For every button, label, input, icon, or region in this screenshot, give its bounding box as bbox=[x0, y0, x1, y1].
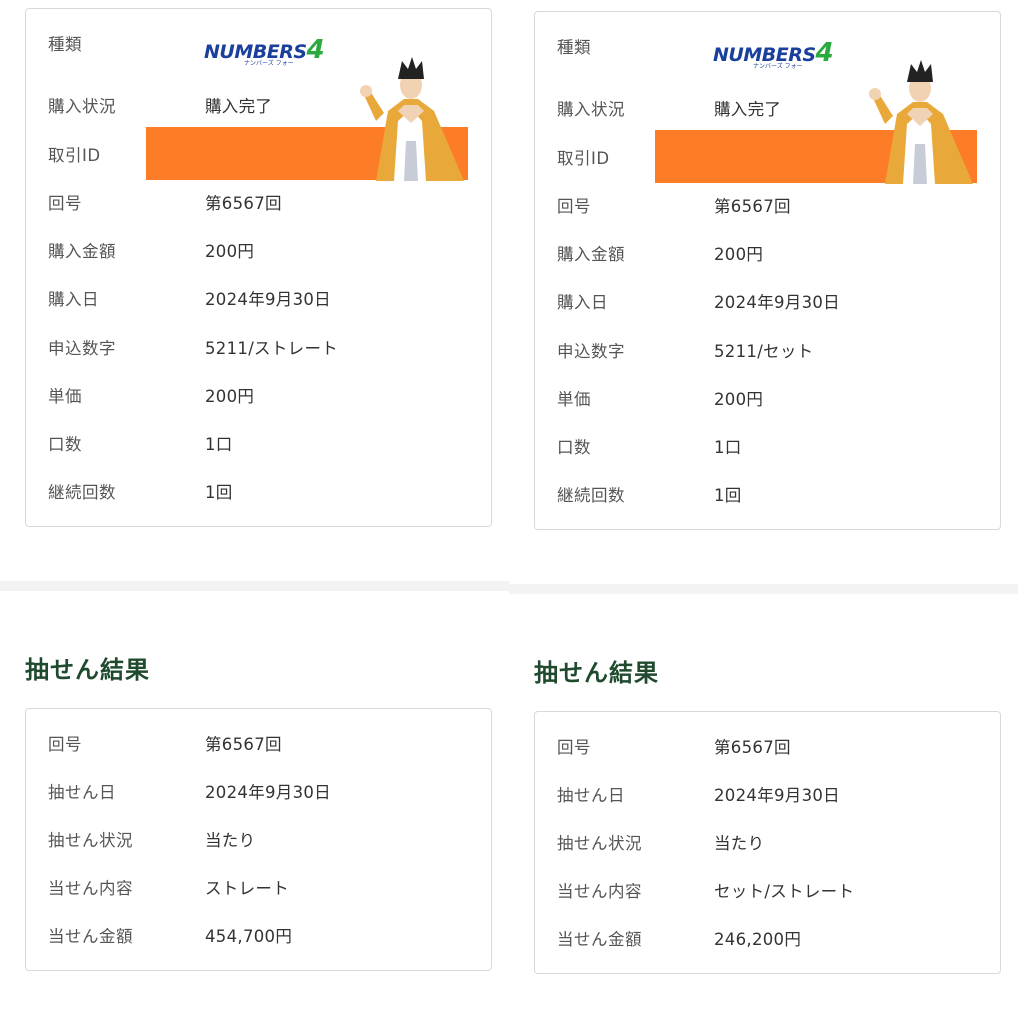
right-ticket-column: 種類 NUMBERS4 ナンバーズ フォー 購入状況 購入完了 取引ID 回号 bbox=[509, 0, 1018, 1024]
row-amount: 購入金額 200円 bbox=[557, 245, 764, 264]
section-title-draw-result: 抽せん結果 bbox=[534, 659, 659, 687]
row-amount: 購入金額 200円 bbox=[48, 242, 255, 261]
character-illustration bbox=[869, 60, 973, 184]
purchase-status: 購入完了 bbox=[205, 97, 273, 116]
row-draw-round: 回号 第6567回 bbox=[557, 738, 791, 757]
purchase-details-card: 種類 NUMBERS4 ナンバーズ フォー 購入状況 購入完了 取引ID 回号 bbox=[25, 8, 492, 527]
numbers4-logo: NUMBERS4 ナンバーズ フォー bbox=[204, 35, 325, 67]
row-draw-date: 抽せん日 2024年9月30日 bbox=[48, 783, 331, 802]
row-draw-status: 抽せん状況 当たり bbox=[48, 831, 256, 850]
row-date: 購入日 2024年9月30日 bbox=[48, 290, 331, 309]
row-numbers: 申込数字 5211/ストレート bbox=[48, 339, 339, 358]
row-round: 回号 第6567回 bbox=[48, 194, 282, 213]
row-round: 回号 第6567回 bbox=[557, 197, 791, 216]
row-win-amount: 当せん金額 246,200円 bbox=[557, 930, 802, 949]
row-draw-status: 抽せん状況 当たり bbox=[557, 834, 765, 853]
row-unit-price: 単価 200円 bbox=[557, 390, 764, 409]
row-continue: 継続回数 1回 bbox=[48, 483, 233, 502]
draw-result-card: 回号 第6567回 抽せん日 2024年9月30日 抽せん状況 当たり 当せん内… bbox=[534, 711, 1001, 974]
row-draw-round: 回号 第6567回 bbox=[48, 735, 282, 754]
character-illustration bbox=[360, 57, 464, 181]
purchase-details-card: 種類 NUMBERS4 ナンバーズ フォー 購入状況 購入完了 取引ID 回号 bbox=[534, 11, 1001, 530]
row-units: 口数 1口 bbox=[48, 435, 233, 454]
label-type: 種類 bbox=[48, 35, 82, 54]
purchase-status: 購入完了 bbox=[714, 100, 782, 119]
row-numbers: 申込数字 5211/セット bbox=[557, 342, 814, 361]
row-continue: 継続回数 1回 bbox=[557, 486, 742, 505]
section-divider bbox=[0, 581, 509, 591]
draw-result-card: 回号 第6567回 抽せん日 2024年9月30日 抽せん状況 当たり 当せん内… bbox=[25, 708, 492, 971]
numbers4-logo: NUMBERS4 ナンバーズ フォー bbox=[713, 38, 834, 70]
row-draw-date: 抽せん日 2024年9月30日 bbox=[557, 786, 840, 805]
section-divider bbox=[509, 584, 1018, 594]
section-title-draw-result: 抽せん結果 bbox=[25, 656, 150, 684]
row-win-content: 当せん内容 ストレート bbox=[48, 879, 289, 898]
row-win-amount: 当せん金額 454,700円 bbox=[48, 927, 293, 946]
row-date: 購入日 2024年9月30日 bbox=[557, 293, 840, 312]
left-ticket-column: 種類 NUMBERS4 ナンバーズ フォー 購入状況 購入完了 取引ID 回号 bbox=[0, 0, 509, 1024]
row-win-content: 当せん内容 セット/ストレート bbox=[557, 882, 855, 901]
row-units: 口数 1口 bbox=[557, 438, 742, 457]
row-unit-price: 単価 200円 bbox=[48, 387, 255, 406]
